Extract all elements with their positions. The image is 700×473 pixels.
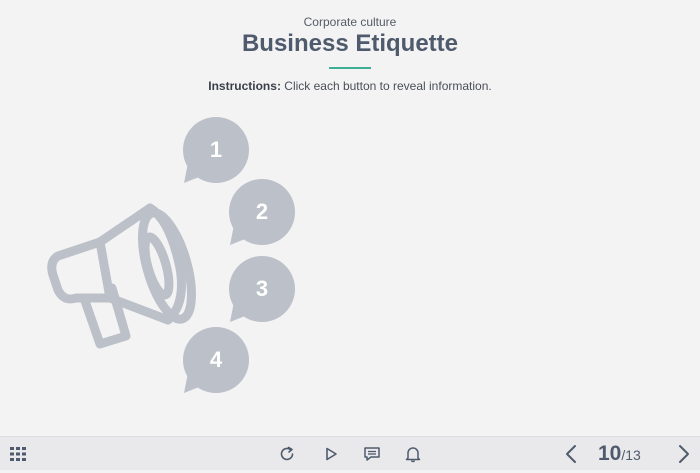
instructions-label: Instructions:: [208, 79, 281, 93]
chevron-left-icon: [566, 445, 576, 463]
replay-icon: [280, 446, 294, 461]
instructions-text: Click each button to reveal information.: [280, 79, 492, 93]
bubble-number-4: 4: [209, 347, 223, 372]
total-pages: /13: [621, 447, 641, 463]
slide-subtitle: Corporate culture: [303, 15, 397, 29]
play-button[interactable]: [320, 437, 342, 471]
chevron-right-icon: [679, 445, 689, 463]
menu-button[interactable]: [6, 437, 30, 471]
title-underline: [329, 67, 371, 69]
page-counter: 10/13: [598, 437, 641, 471]
next-slide-button[interactable]: [673, 437, 695, 471]
reveal-button-3[interactable]: 3: [228, 256, 300, 328]
bell-icon: [405, 447, 421, 463]
reveal-button-4[interactable]: 4: [182, 327, 254, 399]
grid-menu-icon: [10, 447, 26, 461]
notes-button[interactable]: [360, 437, 384, 471]
slide-title: Business Etiquette: [241, 30, 459, 57]
bubble-number-2: 2: [255, 199, 269, 224]
bubble-number-3: 3: [255, 276, 269, 301]
instructions: Instructions: Click each button to revea…: [0, 79, 700, 93]
player-control-bar: 10/13: [0, 436, 700, 470]
slide: Corporate culture Business Etiquette Ins…: [0, 0, 700, 436]
reveal-button-2[interactable]: 2: [228, 179, 300, 251]
current-page-number: 10: [598, 442, 622, 465]
bubble-number-1: 1: [209, 137, 223, 162]
replay-button[interactable]: [276, 437, 298, 471]
play-icon: [326, 447, 337, 461]
previous-slide-button[interactable]: [560, 437, 582, 471]
notes-icon: [364, 447, 380, 461]
notifications-button[interactable]: [402, 437, 424, 471]
